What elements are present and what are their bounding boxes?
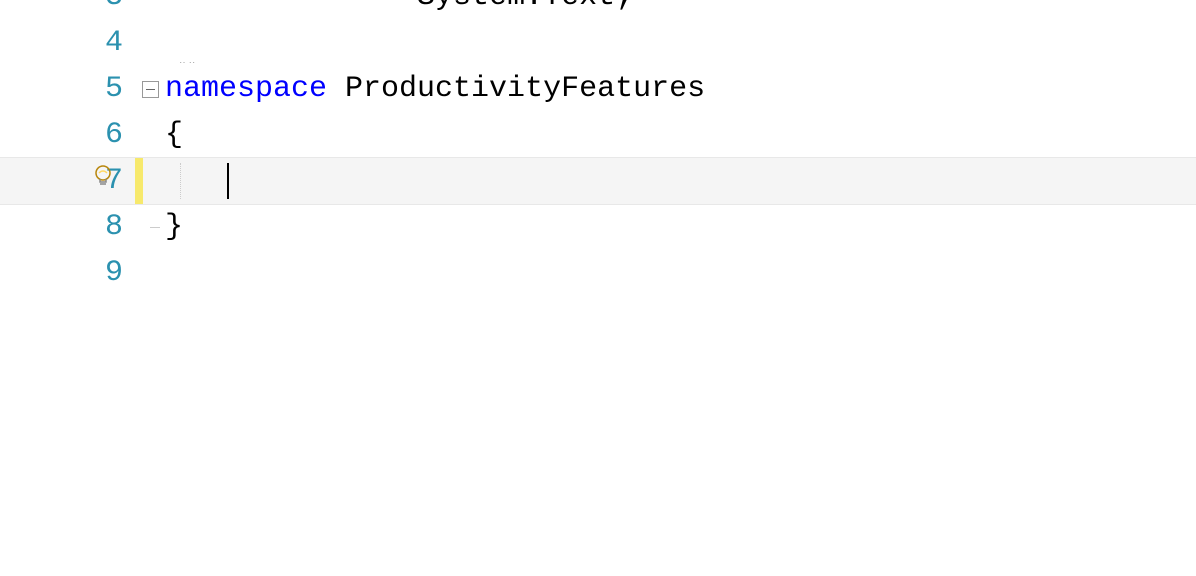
gutter: 3 <box>0 0 135 14</box>
code-line-current: 7 <box>0 158 1196 204</box>
keyword-namespace: namespace <box>165 72 327 106</box>
gutter: 4 <box>0 26 135 60</box>
line-number: 9 <box>105 256 123 290</box>
line-number: 3 <box>105 0 123 14</box>
code-content: { <box>165 118 1196 152</box>
line-number: 6 <box>105 118 123 152</box>
code-content: } <box>165 210 1196 244</box>
fold-column[interactable] <box>135 81 165 98</box>
gutter: 6 <box>0 118 135 152</box>
code-content: namespace ProductivityFeatures <box>165 72 1196 106</box>
code-text: ProductivityFeatures <box>327 72 705 106</box>
line-number: 4 <box>105 26 123 60</box>
code-line: 6 { <box>0 112 1196 158</box>
gutter: 7 <box>0 164 135 198</box>
code-text: System.Text; <box>399 0 633 14</box>
code-content[interactable] <box>165 163 1196 199</box>
code-editor[interactable]: using System.Collections.Generic; 3 usin… <box>0 0 1196 576</box>
change-indicator <box>135 158 143 204</box>
code-line: 3 using ‥‥ System.Text; <box>0 0 1196 20</box>
lightbulb-icon[interactable] <box>91 164 115 198</box>
code-line: 8 } <box>0 204 1196 250</box>
gutter: 5 <box>0 72 135 106</box>
gutter: 8 <box>0 210 135 244</box>
gutter: 9 <box>0 256 135 290</box>
indent-guide <box>180 163 181 199</box>
brace: { <box>165 118 183 152</box>
line-number: 5 <box>105 72 123 106</box>
code-line: 4 <box>0 20 1196 66</box>
brace: } <box>165 210 183 244</box>
fold-toggle-icon[interactable] <box>142 81 159 98</box>
text-cursor <box>227 163 229 199</box>
line-number: 8 <box>105 210 123 244</box>
code-line: 5 namespace ProductivityFeatures <box>0 66 1196 112</box>
code-line: 9 <box>0 250 1196 296</box>
